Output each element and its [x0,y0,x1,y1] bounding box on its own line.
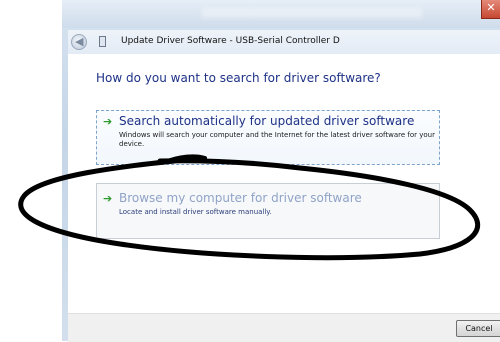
green-arrow-icon: ➔ [103,115,113,128]
blurred-background-title [202,8,422,18]
green-arrow-icon: ➔ [103,192,113,205]
search-automatically-option[interactable]: ➔ Search automatically for updated drive… [96,110,440,165]
browse-computer-option[interactable]: ➔ Browse my computer for driver software… [96,183,440,239]
window-titlebar[interactable] [62,0,500,28]
option-description: Windows will search your computer and th… [119,131,435,148]
back-button[interactable]: ◀ [71,34,87,50]
option-title: Browse my computer for driver software [119,191,362,205]
page-question-heading: How do you want to search for driver sof… [96,71,381,85]
cancel-button[interactable]: Cancel [456,320,500,337]
back-arrow-icon: ◀ [75,35,84,48]
wizard-title: Update Driver Software - USB-Serial Cont… [121,36,340,46]
wizard-footer [68,313,500,342]
option-title: Search automatically for updated driver … [119,114,415,128]
window-close-button[interactable]: ✕ [481,0,500,19]
usb-device-icon [99,36,106,47]
option-description: Locate and install driver software manua… [119,208,272,216]
